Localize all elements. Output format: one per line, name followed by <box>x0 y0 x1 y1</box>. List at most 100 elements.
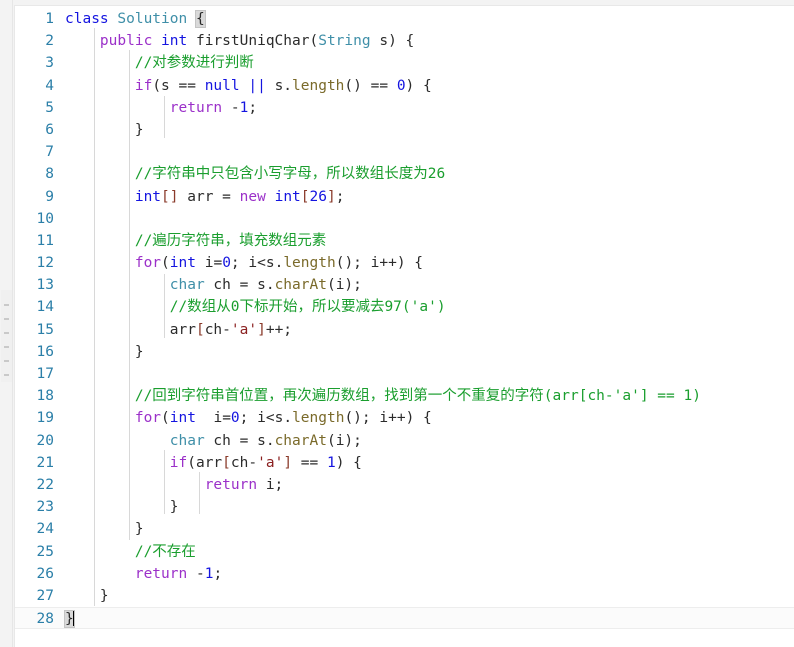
code-line[interactable]: 3 //对参数进行判断 <box>15 52 794 74</box>
code-line[interactable]: 24 } <box>15 518 794 540</box>
code-token: firstUniqChar <box>195 33 310 50</box>
code-line-content[interactable]: for(int i=0; i<s.length(); i++) { <box>63 407 794 429</box>
code-line[interactable]: 28} <box>15 607 794 630</box>
code-line-content[interactable]: //对参数进行判断 <box>63 52 794 74</box>
line-number: 25 <box>36 543 54 560</box>
code-line-content[interactable]: //不存在 <box>63 541 794 563</box>
editor-surface[interactable]: 1 class Solution {2 public int firstUniqC… <box>14 5 794 647</box>
code-area[interactable]: 1 class Solution {2 public int firstUniqC… <box>15 6 794 630</box>
code-line-content[interactable] <box>63 363 794 385</box>
code-line-content[interactable]: for(int i=0; i<s.length(); i++) { <box>63 252 794 274</box>
code-token: char <box>169 277 205 294</box>
vertical-scrollbar-track[interactable] <box>0 0 13 647</box>
code-line-content[interactable]: } <box>63 119 794 141</box>
code-token: ; <box>248 99 258 116</box>
code-line-content[interactable]: char ch = s.charAt(i); <box>63 430 794 452</box>
code-line-content[interactable]: } <box>63 496 794 518</box>
code-token: ( <box>161 410 170 427</box>
code-line[interactable]: 9 int[] arr = new int[26]; <box>15 186 794 208</box>
code-line-content[interactable] <box>63 208 794 230</box>
code-line-content[interactable]: class Solution { <box>63 8 794 30</box>
code-line[interactable]: 8 //字符串中只包含小写字母，所以数组长度为26 <box>15 163 794 185</box>
code-token: . <box>283 410 293 427</box>
code-line[interactable]: 10 <box>15 208 794 230</box>
code-token: == <box>292 454 327 471</box>
code-line-content[interactable]: //字符串中只包含小写字母，所以数组长度为26 <box>63 163 794 185</box>
code-line-content[interactable]: char ch = s.charAt(i); <box>63 274 794 296</box>
line-number: 4 <box>45 77 54 94</box>
line-number: 20 <box>36 432 54 449</box>
code-token: () <box>344 77 362 94</box>
code-line-content[interactable]: return i; <box>63 474 794 496</box>
code-line-content[interactable]: public int firstUniqChar(String s) { <box>63 30 794 52</box>
code-line[interactable]: 14 //数组从0下标开始，所以要减去97('a') <box>15 296 794 318</box>
code-token: int <box>274 188 301 205</box>
code-line[interactable]: 21 if(arr[ch-'a'] == 1) { <box>15 452 794 474</box>
code-line-content[interactable]: return -1; <box>63 563 794 585</box>
code-line[interactable]: 12 for(int i=0; i<s.length(); i++) { <box>15 252 794 274</box>
code-line-content[interactable]: //回到字符串首位置，再次遍历数组，找到第一个不重复的字符(arr[ch-'a'… <box>63 385 794 407</box>
code-token: length <box>292 410 345 427</box>
code-line-content[interactable]: } <box>63 518 794 540</box>
code-line-content[interactable]: return -1; <box>63 97 794 119</box>
code-line[interactable]: 2 public int firstUniqChar(String s) { <box>15 30 794 52</box>
code-line[interactable]: 19 for(int i=0; i<s.length(); i++) { <box>15 407 794 429</box>
code-token: = <box>230 432 258 449</box>
code-token: 0 <box>396 77 406 94</box>
code-line-content[interactable]: if(s == null || s.length() == 0) { <box>63 75 794 97</box>
code-token: - <box>187 565 205 582</box>
code-line[interactable]: 27 } <box>15 585 794 607</box>
code-line[interactable]: 13 char ch = s.charAt(i); <box>15 274 794 296</box>
code-line[interactable]: 16 } <box>15 341 794 363</box>
code-token: . <box>265 432 275 449</box>
code-line[interactable]: 11 //遍历字符串，填充数组元素 <box>15 230 794 252</box>
code-line-content[interactable]: arr[ch-'a']++; <box>63 319 794 341</box>
code-line[interactable]: 4 if(s == null || s.length() == 0) { <box>15 75 794 97</box>
code-line-content[interactable]: //遍历字符串，填充数组元素 <box>63 230 794 252</box>
line-number: 21 <box>36 454 54 471</box>
code-line[interactable]: 22 return i; <box>15 474 794 496</box>
code-token: = <box>213 255 223 272</box>
code-line[interactable]: 15 arr[ch-'a']++; <box>15 319 794 341</box>
code-line[interactable]: 7 <box>15 141 794 163</box>
code-line[interactable]: 1 class Solution { <box>15 8 794 30</box>
code-line[interactable]: 17 <box>15 363 794 385</box>
line-number: 27 <box>36 587 54 604</box>
code-line[interactable]: 23 } <box>15 496 794 518</box>
code-token: [ <box>300 188 310 205</box>
code-token: ] <box>327 188 336 205</box>
code-line-content[interactable] <box>63 141 794 163</box>
code-line[interactable]: 25 //不存在 <box>15 541 794 563</box>
vertical-scrollbar-thumb[interactable] <box>1 290 12 382</box>
code-line-content[interactable]: if(arr[ch-'a'] == 1) { <box>63 452 794 474</box>
code-token: //回到字符串首位置，再次遍历数组，找到第一个不重复的字符(arr[ch-'a'… <box>134 388 701 405</box>
text-caret <box>72 610 74 627</box>
code-token: ; <box>239 410 258 427</box>
code-token: ch <box>213 432 231 449</box>
code-token: ( <box>309 33 319 50</box>
code-token: == <box>169 77 205 94</box>
code-token: //遍历字符串，填充数组元素 <box>134 232 327 249</box>
code-token: ); <box>344 432 362 449</box>
code-line-content[interactable]: } <box>63 585 794 607</box>
code-line[interactable]: 20 char ch = s.charAt(i); <box>15 430 794 452</box>
code-line-content[interactable]: //数组从0下标开始，所以要减去97('a') <box>63 296 794 318</box>
code-token: i <box>265 476 275 493</box>
code-line-content[interactable]: } <box>63 341 794 363</box>
code-token: ch <box>204 321 223 338</box>
code-line[interactable]: 18 //回到字符串首位置，再次遍历数组，找到第一个不重复的字符(arr[ch-… <box>15 385 794 407</box>
code-line-content[interactable]: int[] arr = new int[26]; <box>63 186 794 208</box>
code-line[interactable]: 26 return -1; <box>15 563 794 585</box>
code-line-content[interactable]: } <box>63 608 794 629</box>
code-line[interactable]: 6 } <box>15 119 794 141</box>
code-token: int <box>169 255 196 272</box>
code-line[interactable]: 5 return -1; <box>15 97 794 119</box>
